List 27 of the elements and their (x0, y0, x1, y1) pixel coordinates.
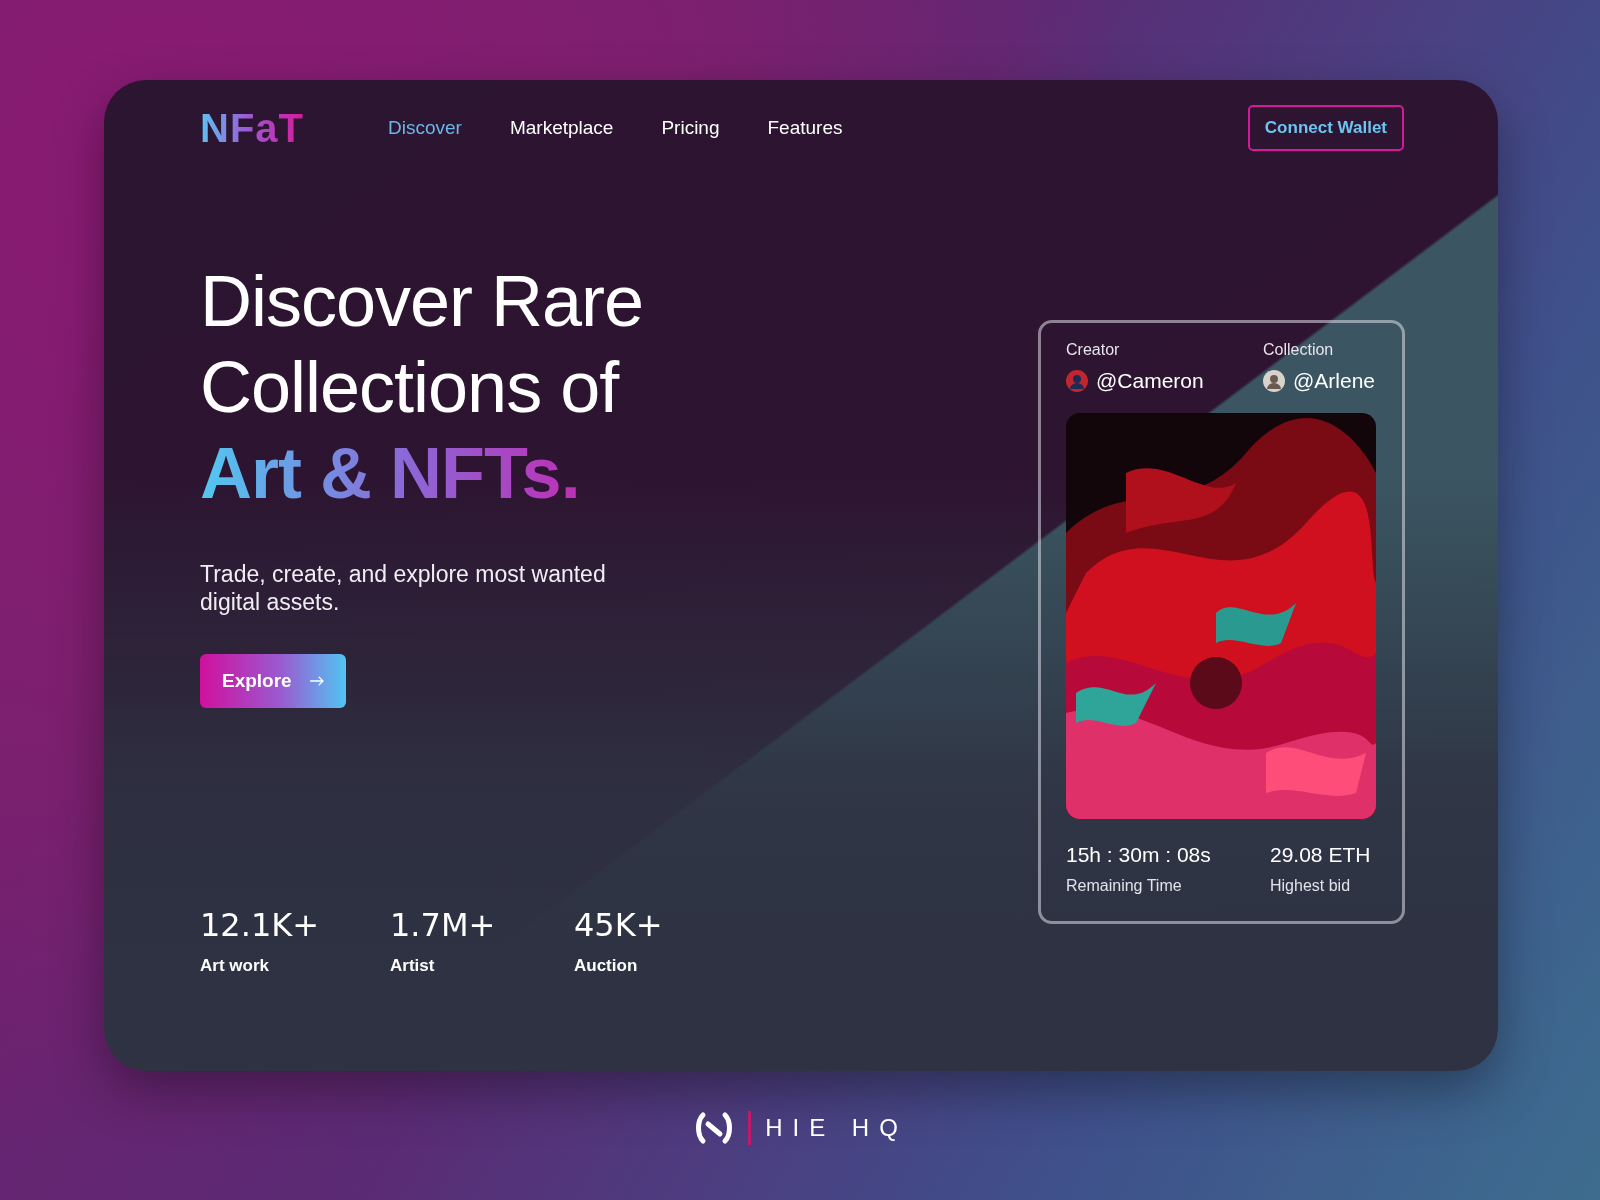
arrow-right-icon (309, 674, 324, 688)
stat-value: 1.7M+ (390, 906, 497, 944)
avatar-icon (1066, 370, 1088, 392)
stat-label: Artist (390, 956, 436, 976)
nav-link[interactable]: Pricing (661, 117, 720, 139)
info-label: Highest bid (1270, 877, 1352, 895)
avatar-icon (1263, 370, 1285, 392)
hero-heading: Discover Rare Collections of Art & NFTs. (200, 258, 644, 516)
stat-value: 45K+ (574, 906, 664, 944)
nav-link[interactable]: Discover (388, 117, 462, 139)
user-handle[interactable]: @Cameron (1096, 369, 1204, 393)
connect-wallet-button[interactable]: Connect Wallet (1247, 105, 1404, 151)
info-value: 15h : 30m : 08s (1066, 843, 1212, 867)
nav-link[interactable]: Marketplace (509, 117, 614, 139)
person-role: Creator (1066, 341, 1121, 359)
explore-button[interactable]: Explore (200, 654, 346, 708)
user-handle[interactable]: @Arlene (1293, 369, 1376, 393)
info-label: Remaining Time (1066, 877, 1183, 895)
stat-label: Art work (200, 956, 270, 976)
hero-subtitle: Trade, create, and explore most wanted digital assets. (200, 560, 607, 616)
stat-value: 12.1K+ (200, 906, 321, 944)
studio-name: HIE HQ (765, 1114, 908, 1142)
person-role: Collection (1263, 341, 1335, 359)
nav-link[interactable]: Features (767, 117, 843, 139)
studio-logo-icon (694, 1111, 735, 1145)
stat-label: Auction (574, 956, 639, 976)
info-value: 29.08 ETH (1270, 843, 1371, 867)
